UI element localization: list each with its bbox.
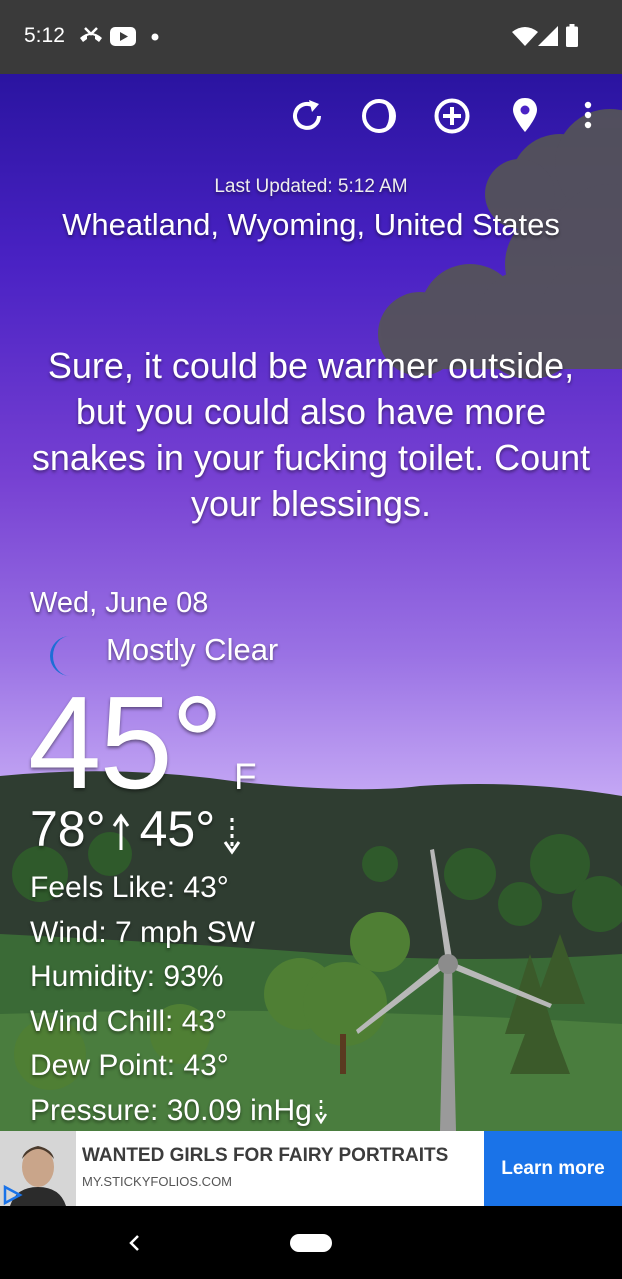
theme-icon: [362, 99, 396, 133]
location-title: Wheatland, Wyoming, United States: [62, 207, 560, 242]
arrow-down-dashed-icon: [224, 818, 241, 855]
wind-chill-detail: Wind Chill: 43°: [30, 1005, 228, 1038]
condition-label: Mostly Clear: [106, 632, 279, 667]
low-temp: 45°: [139, 801, 216, 857]
ad-banner[interactable]: WANTED GIRLS FOR FAIRY PORTRAITS MY.STIC…: [0, 1131, 622, 1206]
notification-dot-icon: [151, 33, 159, 41]
back-icon[interactable]: [120, 1228, 150, 1258]
weather-quote: Sure, it could be warmer outside, but yo…: [31, 345, 591, 524]
humidity-detail: Humidity: 93%: [30, 960, 224, 993]
missed-call-icon: [80, 27, 102, 42]
last-updated-label: Last Updated: 5:12 AM: [214, 176, 408, 197]
wind-detail: Wind: 7 mph SW: [30, 916, 256, 949]
ad-choices-icon[interactable]: [1, 1184, 23, 1206]
location-pin-icon: [513, 98, 537, 132]
battery-icon: [566, 24, 578, 47]
current-temperature: 45°: [28, 669, 224, 816]
more-options-icon: [584, 101, 592, 129]
temperature-unit: F: [234, 756, 257, 797]
pressure-detail: Pressure: 30.09 inHg: [30, 1094, 328, 1128]
signal-icon: [538, 26, 558, 46]
add-location-button[interactable]: [432, 96, 472, 136]
pressure-falling-icon: [314, 1100, 327, 1125]
cloud-illustration: [378, 109, 622, 379]
feels-like-detail: Feels Like: 43°: [30, 871, 229, 904]
forecast-date: Wed, June 08: [30, 587, 209, 619]
high-low-temps: 78° 45°: [30, 800, 243, 858]
arrow-up-icon: [112, 813, 129, 850]
status-bar: 5:12: [0, 0, 622, 74]
ad-url[interactable]: MY.STICKYFOLIOS.COM: [82, 1174, 232, 1189]
refresh-button[interactable]: [287, 96, 327, 136]
dew-point-detail: Dew Point: 43°: [30, 1049, 229, 1082]
add-location-icon: [434, 98, 470, 134]
learn-more-button[interactable]: Learn more: [484, 1131, 622, 1206]
theme-button[interactable]: [359, 96, 399, 136]
wifi-icon: [512, 27, 538, 46]
more-options-button[interactable]: [568, 96, 608, 136]
high-temp: 78°: [30, 801, 106, 857]
youtube-icon: [110, 27, 136, 46]
pressure-value: Pressure: 30.09 inHg: [30, 1094, 312, 1127]
refresh-icon: [293, 100, 321, 130]
ad-headline[interactable]: WANTED GIRLS FOR FAIRY PORTRAITS: [82, 1145, 448, 1167]
status-time: 5:12: [24, 24, 65, 47]
location-button[interactable]: [505, 96, 545, 136]
home-button[interactable]: [290, 1234, 332, 1252]
